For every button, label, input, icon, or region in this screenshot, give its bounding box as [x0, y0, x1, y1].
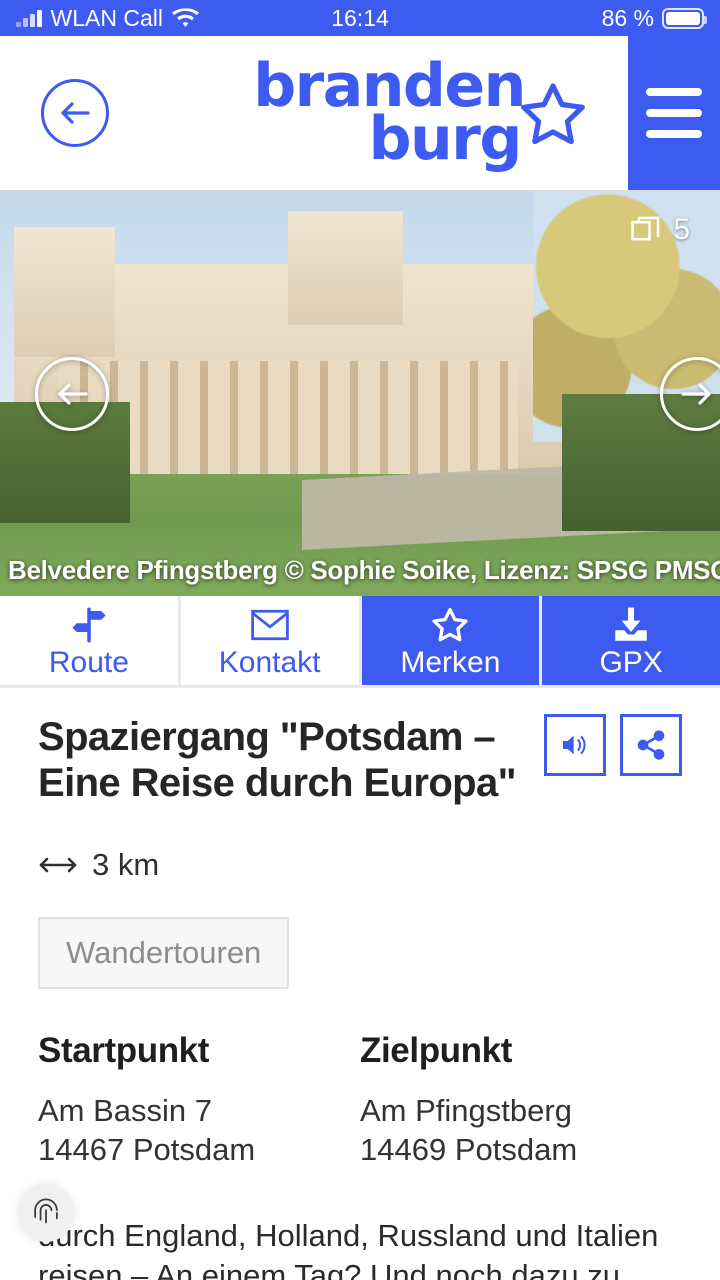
gallery-stack-icon — [631, 216, 660, 241]
action-merken-label: Merken — [400, 645, 501, 679]
arrows-horizontal-icon — [39, 857, 77, 873]
destination-point-city: 14469 Potsdam — [360, 1132, 578, 1168]
action-gpx[interactable]: GPX — [542, 596, 720, 685]
category-tag[interactable]: Wandertouren — [38, 916, 290, 989]
hero-tower-right — [288, 211, 404, 325]
header-back-button[interactable] — [0, 36, 150, 190]
status-bar: WLAN Call 16:14 86 % — [0, 0, 720, 36]
action-bar: Route Kontakt Merken GPX — [0, 596, 720, 688]
star-outline-icon — [515, 78, 591, 154]
description-line-2: reisen – An einem Tag? Und noch dazu zu … — [38, 1258, 620, 1280]
start-point: Startpunkt Am Bassin 7 14467 Potsdam — [38, 1031, 360, 1170]
envelope-icon — [250, 609, 289, 640]
arrow-right-circle-icon — [681, 382, 711, 405]
status-bar-right: 86 % — [601, 4, 707, 32]
hamburger-menu-icon[interactable] — [628, 36, 720, 190]
gallery-count-label: 5 — [673, 213, 690, 246]
brand-logo[interactable]: branden burg — [150, 36, 628, 190]
app-header: branden burg — [0, 36, 720, 191]
hero-image[interactable]: 5 Belvedere Pfingstberg © Sophie Soike, … — [0, 191, 720, 596]
wifi-icon — [171, 7, 199, 27]
brand-logo-text: branden burg — [253, 56, 585, 169]
audio-button[interactable] — [544, 714, 606, 776]
destination-point-street: Am Pfingstberg — [360, 1092, 572, 1128]
carrier-label: WLAN Call — [50, 4, 163, 31]
hero-prev-button[interactable] — [35, 356, 109, 431]
speaker-icon — [563, 735, 586, 755]
action-kontakt-label: Kontakt — [218, 645, 321, 679]
action-merken[interactable]: Merken — [361, 596, 543, 685]
status-bar-left: WLAN Call — [16, 5, 199, 32]
description-line-1: durch England, Holland, Russland und Ita… — [38, 1218, 659, 1254]
detail-content: Spaziergang "Potsdam – Eine Reise durch … — [0, 688, 720, 1280]
destination-point-heading: Zielpunkt — [360, 1030, 512, 1070]
battery-full-icon — [662, 7, 707, 29]
distance-label: 3 km — [92, 846, 160, 882]
start-point-heading: Startpunkt — [38, 1030, 210, 1070]
gallery-counter[interactable]: 5 — [629, 213, 690, 247]
download-tray-icon — [615, 607, 647, 641]
title-row: Spaziergang "Potsdam – Eine Reise durch … — [38, 714, 682, 807]
signpost-icon — [72, 607, 106, 642]
page-title: Spaziergang "Potsdam – Eine Reise durch … — [38, 715, 517, 806]
hero-tower-left — [14, 227, 116, 358]
signal-bars-icon — [16, 9, 42, 27]
start-point-address: Am Bassin 7 14467 Potsdam — [38, 1091, 340, 1170]
destination-point: Zielpunkt Am Pfingstberg 14469 Potsdam — [360, 1031, 682, 1170]
action-route-label: Route — [48, 645, 129, 679]
star-outline-icon — [432, 607, 468, 641]
destination-point-address: Am Pfingstberg 14469 Potsdam — [360, 1091, 662, 1170]
action-kontakt[interactable]: Kontakt — [180, 596, 362, 685]
battery-percent-label: 86 % — [601, 4, 654, 31]
share-icon — [637, 730, 665, 760]
action-route[interactable]: Route — [0, 596, 181, 685]
start-point-city: 14467 Potsdam — [38, 1132, 256, 1168]
fingerprint-icon[interactable] — [18, 1184, 74, 1242]
arrow-left-circle-icon — [58, 382, 88, 405]
hero-caption: Belvedere Pfingstberg © Sophie Soike, Li… — [8, 555, 720, 585]
distance-row: 3 km — [38, 847, 682, 883]
points-columns: Startpunkt Am Bassin 7 14467 Potsdam Zie… — [38, 1031, 682, 1170]
share-button[interactable] — [620, 714, 682, 776]
arrow-left-icon — [41, 79, 109, 147]
description-text: durch England, Holland, Russland und Ita… — [38, 1216, 682, 1280]
start-point-street: Am Bassin 7 — [38, 1092, 213, 1128]
action-gpx-label: GPX — [599, 645, 663, 679]
